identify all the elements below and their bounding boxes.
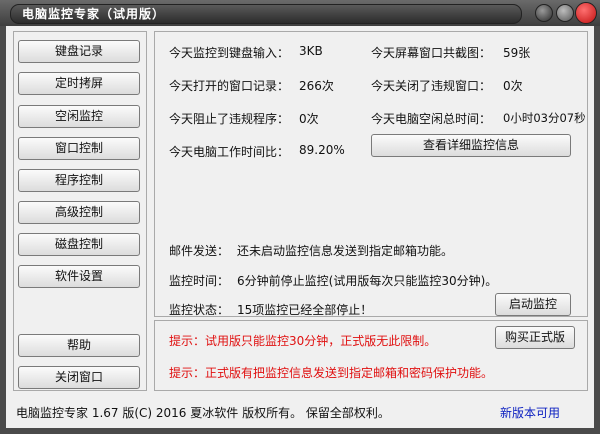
blocked-programs-value: 0次 [299,112,319,126]
stats-panel: 今天监控到键盘输入： 3KB 今天屏幕窗口共截图： 59张 今天打开的窗口记录：… [154,31,588,317]
violating-windows-value: 0次 [503,79,523,93]
app-window: 电脑监控专家（试用版） 键盘记录 定时拷屏 空闲监控 窗口控制 程序控制 高级控… [0,0,600,434]
idle-time-label: 今天电脑空闲总时间： [371,112,492,126]
notice-panel: 提示：试用版只能监控30分钟，正式版无此限制。 提示：正式版有把监控信息发送到指… [154,320,588,391]
help-button[interactable]: 帮助 [18,334,140,357]
monitor-time-label: 监控时间： [169,274,230,288]
idle-time-value: 0小时03分07秒 [503,111,586,125]
sidebar-item-keyboard-log[interactable]: 键盘记录 [18,40,140,63]
email-label: 邮件发送： [169,244,230,258]
screenshots-label: 今天屏幕窗口共截图： [371,46,492,60]
sidebar-item-advanced-control[interactable]: 高级控制 [18,201,140,224]
keyboard-input-value: 3KB [299,44,323,58]
notice-trial-limit: 提示：试用版只能监控30分钟，正式版无此限制。 [169,334,437,348]
window-title: 电脑监控专家（试用版） [22,7,166,21]
windows-opened-value: 266次 [299,79,334,93]
maximize-button[interactable] [556,4,574,22]
sidebar: 键盘记录 定时拷屏 空闲监控 窗口控制 程序控制 高级控制 磁盘控制 软件设置 … [13,31,147,391]
sidebar-item-program-control[interactable]: 程序控制 [18,169,140,192]
monitor-state-label: 监控状态： [169,303,230,317]
sidebar-item-settings[interactable]: 软件设置 [18,265,140,288]
blocked-programs-label: 今天阻止了违规程序： [169,112,290,126]
close-window-icon[interactable] [575,2,597,24]
monitor-time-value: 6分钟前停止监控(试用版每次只能监控30分钟)。 [237,274,498,288]
sidebar-item-idle-monitor[interactable]: 空闲监控 [18,105,140,128]
close-window-button[interactable]: 关闭窗口 [18,366,140,389]
start-monitor-button[interactable]: 启动监控 [495,293,571,316]
keyboard-input-label: 今天监控到键盘输入： [169,46,290,60]
new-version-link[interactable]: 新版本可用 [500,404,560,421]
email-value: 还未启动监控信息发送到指定邮箱功能。 [237,244,454,258]
work-ratio-label: 今天电脑工作时间比： [169,145,290,159]
notice-pro-features: 提示：正式版有把监控信息发送到指定邮箱和密码保护功能。 [169,366,494,380]
view-details-button[interactable]: 查看详细监控信息 [371,134,571,157]
sidebar-item-window-control[interactable]: 窗口控制 [18,137,140,160]
violating-windows-label: 今天关闭了违规窗口： [371,79,492,93]
screenshots-value: 59张 [503,46,531,60]
minimize-button[interactable] [535,4,553,22]
copyright-text: 电脑监控专家 1.67 版(C) 2016 夏冰软件 版权所有。 保留全部权利。 [16,406,390,420]
monitor-state-value: 15项监控已经全部停止！ [237,303,373,317]
title-bar[interactable]: 电脑监控专家（试用版） [0,0,600,26]
work-ratio-value: 89.20% [299,143,345,157]
windows-opened-label: 今天打开的窗口记录： [169,79,290,93]
buy-full-version-button[interactable]: 购买正式版 [495,326,575,349]
sidebar-item-disk-control[interactable]: 磁盘控制 [18,233,140,256]
main-client-area: 键盘记录 定时拷屏 空闲监控 窗口控制 程序控制 高级控制 磁盘控制 软件设置 … [6,26,594,428]
sidebar-item-scheduled-screenshot[interactable]: 定时拷屏 [18,72,140,95]
